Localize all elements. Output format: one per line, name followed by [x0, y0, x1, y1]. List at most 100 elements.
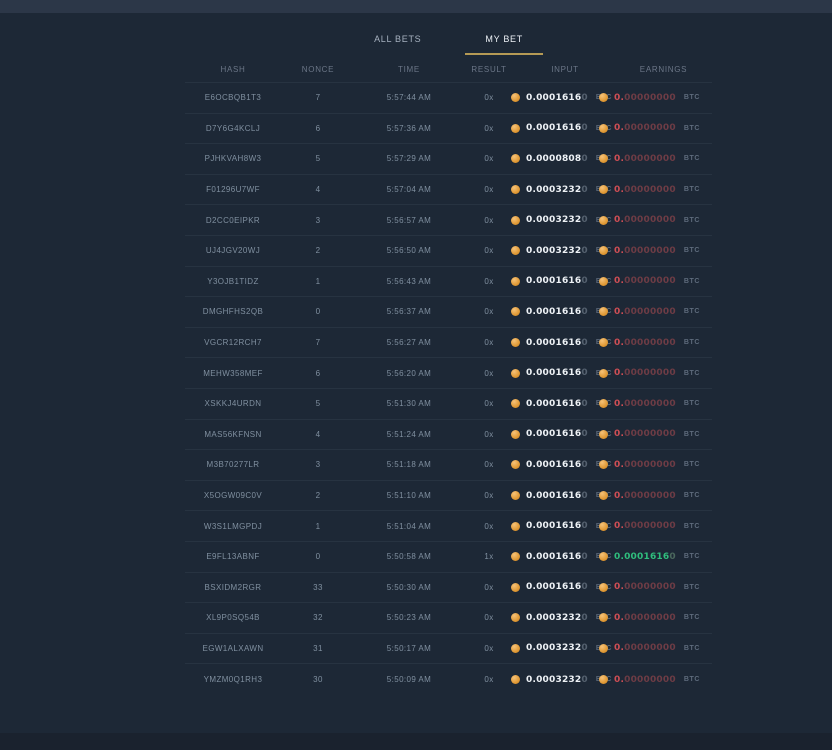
tab-all-bets[interactable]: ALL BETS [354, 27, 441, 55]
earnings-cell: 0.00000000 BTC [615, 276, 712, 286]
input-amount-trailing: 0 [581, 491, 587, 501]
nonce-cell: 2 [281, 246, 355, 255]
time-cell: 5:51:18 AM [355, 460, 463, 469]
earnings-amount: 0. [614, 215, 624, 225]
input-amount: 0.0001616 [526, 338, 581, 348]
coin-icon [599, 522, 608, 531]
earnings-amount: 0. [614, 276, 624, 286]
hash-cell: BSXIDM2RGR [185, 583, 281, 592]
earnings-amount-trailing: 00000000 [624, 675, 676, 685]
hash-cell: D7Y6G4KCLJ [185, 124, 281, 133]
table-row: XSKKJ4URDN 5 5:51:30 AM 0x 0.00016160 BT… [185, 389, 712, 420]
input-amount-trailing: 0 [581, 399, 587, 409]
time-cell: 5:50:23 AM [355, 613, 463, 622]
earnings-cell: 0.00000000 BTC [615, 521, 712, 531]
earnings-amount: 0. [614, 307, 624, 317]
header-result: RESULT [463, 65, 515, 74]
hash-cell: EGW1ALXAWN [185, 644, 281, 653]
earnings-cell: 0.00000000 BTC [615, 429, 712, 439]
time-cell: 5:57:36 AM [355, 124, 463, 133]
input-amount: 0.0001616 [526, 460, 581, 470]
nonce-cell: 5 [281, 154, 355, 163]
time-cell: 5:57:04 AM [355, 185, 463, 194]
table-row: D7Y6G4KCLJ 6 5:57:36 AM 0x 0.00016160 BT… [185, 114, 712, 145]
earnings-amount: 0. [614, 399, 624, 409]
input-amount-trailing: 0 [581, 276, 587, 286]
hash-cell: M3B70277LR [185, 460, 281, 469]
hash-cell: Y3OJB1TIDZ [185, 277, 281, 286]
earnings-currency-label: BTC [684, 186, 700, 193]
coin-icon [599, 277, 608, 286]
table-row: YMZM0Q1RH3 30 5:50:09 AM 0x 0.00032320 B… [185, 664, 712, 695]
bottom-bar [0, 733, 832, 750]
coin-icon [511, 583, 520, 592]
coin-icon [511, 185, 520, 194]
header-input: INPUT [515, 65, 615, 74]
input-amount-trailing: 0 [581, 582, 587, 592]
nonce-cell: 33 [281, 583, 355, 592]
result-cell: 0x [463, 307, 515, 316]
result-cell: 0x [463, 399, 515, 408]
tab-my-bet[interactable]: MY BET [465, 27, 543, 55]
coin-icon [599, 430, 608, 439]
hash-cell: F01296U7WF [185, 185, 281, 194]
earnings-amount-trailing: 00000000 [624, 429, 676, 439]
nonce-cell: 1 [281, 277, 355, 286]
input-amount-trailing: 0 [581, 185, 587, 195]
earnings-cell: 0.00000000 BTC [615, 613, 712, 623]
table-row: MAS56KFNSN 4 5:51:24 AM 0x 0.00016160 BT… [185, 420, 712, 451]
coin-icon [599, 216, 608, 225]
hash-cell: XSKKJ4URDN [185, 399, 281, 408]
earnings-currency-label: BTC [684, 247, 700, 254]
earnings-amount-trailing: 00000000 [624, 338, 676, 348]
earnings-currency-label: BTC [684, 676, 700, 683]
time-cell: 5:56:20 AM [355, 369, 463, 378]
time-cell: 5:51:30 AM [355, 399, 463, 408]
input-amount-trailing: 0 [581, 552, 587, 562]
earnings-currency-label: BTC [684, 308, 700, 315]
top-bar [0, 0, 832, 13]
table-row: X5OGW09C0V 2 5:51:10 AM 0x 0.00016160 BT… [185, 481, 712, 512]
nonce-cell: 0 [281, 307, 355, 316]
earnings-currency-label: BTC [684, 553, 700, 560]
earnings-cell: 0.00000000 BTC [615, 93, 712, 103]
input-amount-trailing: 0 [581, 429, 587, 439]
earnings-currency-label: BTC [684, 155, 700, 162]
coin-icon [511, 675, 520, 684]
coin-icon [599, 369, 608, 378]
earnings-cell: 0.00000000 BTC [615, 185, 712, 195]
earnings-cell: 0.00000000 BTC [615, 307, 712, 317]
result-cell: 0x [463, 246, 515, 255]
earnings-amount: 0. [614, 643, 624, 653]
table-row: PJHKVAH8W3 5 5:57:29 AM 0x 0.00008080 BT… [185, 144, 712, 175]
earnings-amount-trailing: 00000000 [624, 215, 676, 225]
coin-icon [511, 93, 520, 102]
earnings-amount-trailing: 00000000 [624, 93, 676, 103]
input-amount: 0.0003232 [526, 675, 581, 685]
table-row: EGW1ALXAWN 31 5:50:17 AM 0x 0.00032320 B… [185, 634, 712, 665]
hash-cell: MEHW358MEF [185, 369, 281, 378]
table-header-row: HASH NONCE TIME RESULT INPUT EARNINGS [185, 59, 712, 83]
earnings-amount: 0. [614, 429, 624, 439]
input-amount: 0.0001616 [526, 582, 581, 592]
earnings-amount-trailing: 00000000 [624, 246, 676, 256]
result-cell: 0x [463, 522, 515, 531]
bets-tabs: ALL BETS MY BET [185, 27, 712, 55]
earnings-cell: 0.00000000 BTC [615, 675, 712, 685]
hash-cell: PJHKVAH8W3 [185, 154, 281, 163]
earnings-cell: 0.00016160 BTC [615, 552, 712, 562]
header-time: TIME [355, 65, 463, 74]
input-amount-trailing: 0 [581, 154, 587, 164]
time-cell: 5:50:09 AM [355, 675, 463, 684]
coin-icon [511, 460, 520, 469]
result-cell: 0x [463, 613, 515, 622]
coin-icon [511, 613, 520, 622]
earnings-amount: 0.0001616 [614, 552, 669, 562]
earnings-cell: 0.00000000 BTC [615, 399, 712, 409]
hash-cell: UJ4JGV20WJ [185, 246, 281, 255]
input-amount-trailing: 0 [581, 368, 587, 378]
result-cell: 0x [463, 369, 515, 378]
input-amount-trailing: 0 [581, 613, 587, 623]
coin-icon [511, 552, 520, 561]
time-cell: 5:51:24 AM [355, 430, 463, 439]
